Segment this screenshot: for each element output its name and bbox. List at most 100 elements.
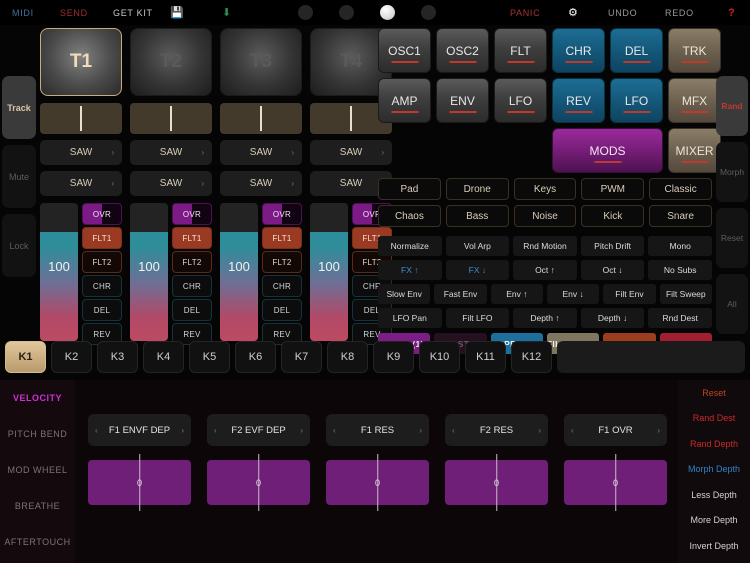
module-button-lfo2[interactable]: LFO — [610, 78, 663, 123]
track-waveform-1[interactable] — [40, 103, 122, 134]
fx-toggle-flt2-1[interactable]: FLT2 — [82, 251, 122, 273]
track-osc1-select-2[interactable]: SAW › — [130, 140, 212, 165]
track-level-fader-3[interactable]: 100 — [220, 203, 258, 341]
fx-toggle-del-1[interactable]: DEL — [82, 299, 122, 321]
track-button-t3[interactable]: T3 — [220, 28, 302, 96]
action-button-rnd-dest[interactable]: Rnd Dest — [648, 308, 712, 328]
preset-button-kick[interactable]: Kick — [581, 205, 645, 227]
kit-button-k5[interactable]: K5 — [189, 341, 230, 373]
help-icon[interactable]: ? — [728, 7, 735, 19]
mod-source-aftertouch[interactable]: AFTERTOUCH — [0, 524, 75, 560]
chevron-left-icon[interactable]: ‹ — [214, 426, 217, 435]
module-button-amp[interactable]: AMP — [378, 78, 431, 123]
rail-item-rand[interactable]: Rand — [716, 76, 748, 136]
kit-button-k2[interactable]: K2 — [51, 341, 92, 373]
kit-button-k8[interactable]: K8 — [327, 341, 368, 373]
chevron-right-icon[interactable]: › — [419, 426, 422, 435]
fx-toggle-flt1-3[interactable]: FLT1 — [262, 227, 302, 249]
action-button-vol-arp[interactable]: Vol Arp — [445, 236, 510, 256]
rail-item-mute[interactable]: Mute — [2, 145, 36, 208]
mod-source-mod-wheel[interactable]: MOD WHEEL — [0, 452, 75, 488]
kit-button-k3[interactable]: K3 — [97, 341, 138, 373]
rail-item-morph[interactable]: Morph — [716, 142, 748, 202]
kit-button-k12[interactable]: K12 — [511, 341, 552, 373]
mod-source-breathe[interactable]: BREATHE — [0, 488, 75, 524]
kit-button-k1[interactable]: K1 — [5, 341, 46, 373]
preset-button-classic[interactable]: Classic — [649, 178, 712, 200]
get-kit-button[interactable]: GET KIT — [113, 8, 153, 18]
rail-item-lock[interactable]: Lock — [2, 214, 36, 277]
module-button-rev[interactable]: REV — [552, 78, 605, 123]
module-button-lfo[interactable]: LFO — [494, 78, 547, 123]
preset-button-bass[interactable]: Bass — [445, 205, 509, 227]
chevron-left-icon[interactable]: ‹ — [95, 426, 98, 435]
rail-item-track[interactable]: Track — [2, 76, 36, 139]
action-button-env-down[interactable]: Env ↓ — [546, 284, 600, 304]
midi-button[interactable]: MIDI — [12, 8, 34, 18]
preset-button-noise[interactable]: Noise — [513, 205, 577, 227]
mod-source-pitch-bend[interactable]: PITCH BEND — [0, 416, 75, 452]
fx-toggle-flt1-2[interactable]: FLT1 — [172, 227, 212, 249]
rail-item-reset[interactable]: Reset — [716, 208, 748, 268]
action-button-depth-up[interactable]: Depth ↑ — [513, 308, 577, 328]
action-button-fx-down[interactable]: FX ↓ — [445, 260, 510, 280]
mod-depth-slider-2[interactable]: 0 — [207, 454, 310, 511]
mod-action-less-depth[interactable]: Less Depth — [678, 482, 750, 508]
kit-button-k11[interactable]: K11 — [465, 341, 506, 373]
undo-button[interactable]: UNDO — [608, 8, 637, 18]
module-button-mfx[interactable]: MFX — [668, 78, 721, 123]
mod-dest-select-2[interactable]: ‹ F2 EVF DEP › — [207, 414, 310, 446]
chevron-left-icon[interactable]: ‹ — [452, 426, 455, 435]
action-button-no-subs[interactable]: No Subs — [648, 260, 712, 280]
action-button-depth-down[interactable]: Depth ↓ — [580, 308, 645, 328]
mod-action-rand-dest[interactable]: Rand Dest — [678, 406, 750, 432]
track-level-fader-2[interactable]: 100 — [130, 203, 168, 341]
fx-toggle-flt2-2[interactable]: FLT2 — [172, 251, 212, 273]
mod-source-velocity[interactable]: VELOCITY — [0, 380, 75, 416]
track-level-fader-4[interactable]: 100 — [310, 203, 348, 341]
kit-button-k9[interactable]: K9 — [373, 341, 414, 373]
track-button-t2[interactable]: T2 — [130, 28, 212, 96]
track-osc1-select-3[interactable]: SAW › — [220, 140, 302, 165]
module-button-chr[interactable]: CHR — [552, 28, 605, 73]
fx-toggle-chr-3[interactable]: CHR — [262, 275, 302, 297]
kit-button-k4[interactable]: K4 — [143, 341, 184, 373]
page-dot-3[interactable] — [380, 5, 395, 20]
chevron-right-icon[interactable]: › — [657, 426, 660, 435]
mod-dest-select-3[interactable]: ‹ F1 RES › — [326, 414, 429, 446]
page-dot-2[interactable] — [339, 5, 354, 20]
chevron-left-icon[interactable]: ‹ — [571, 426, 574, 435]
preset-button-pad[interactable]: Pad — [378, 178, 441, 200]
mod-dest-select-1[interactable]: ‹ F1 ENVF DEP › — [88, 414, 191, 446]
track-waveform-3[interactable] — [220, 103, 302, 134]
mod-depth-slider-5[interactable]: 0 — [564, 454, 667, 511]
action-button-oct-down[interactable]: Oct ↓ — [580, 260, 645, 280]
module-button-mixer[interactable]: MIXER — [668, 128, 721, 173]
action-button-oct-up[interactable]: Oct ↑ — [513, 260, 577, 280]
mod-action-reset[interactable]: Reset — [678, 380, 750, 406]
redo-button[interactable]: REDO — [665, 8, 694, 18]
mod-action-morph-depth[interactable]: Morph Depth — [678, 457, 750, 483]
track-button-t1[interactable]: T1 — [40, 28, 122, 96]
chevron-right-icon[interactable]: › — [538, 426, 541, 435]
action-button-slow-env[interactable]: Slow Env — [378, 284, 431, 304]
fx-toggle-flt2-3[interactable]: FLT2 — [262, 251, 302, 273]
mod-action-more-depth[interactable]: More Depth — [678, 508, 750, 534]
action-button-rnd-motion[interactable]: Rnd Motion — [513, 236, 577, 256]
mod-depth-slider-4[interactable]: 0 — [445, 454, 548, 511]
module-button-trk[interactable]: TRK — [668, 28, 721, 73]
track-waveform-2[interactable] — [130, 103, 212, 134]
save-disk-icon[interactable]: 💾 — [170, 6, 184, 19]
action-button-filt-env[interactable]: Filt Env — [603, 284, 656, 304]
send-button[interactable]: SEND — [60, 8, 88, 18]
track-osc2-select-3[interactable]: SAW › — [220, 171, 302, 196]
kit-button-k10[interactable]: K10 — [419, 341, 460, 373]
preset-button-snare[interactable]: Snare — [649, 205, 712, 227]
mod-depth-slider-1[interactable]: 0 — [88, 454, 191, 511]
preset-button-pwm[interactable]: PWM — [581, 178, 645, 200]
fx-toggle-flt1-1[interactable]: FLT1 — [82, 227, 122, 249]
mod-dest-select-5[interactable]: ‹ F1 OVR › — [564, 414, 667, 446]
preset-button-drone[interactable]: Drone — [445, 178, 509, 200]
preset-button-chaos[interactable]: Chaos — [378, 205, 441, 227]
mod-action-invert-depth[interactable]: Invert Depth — [678, 533, 750, 559]
